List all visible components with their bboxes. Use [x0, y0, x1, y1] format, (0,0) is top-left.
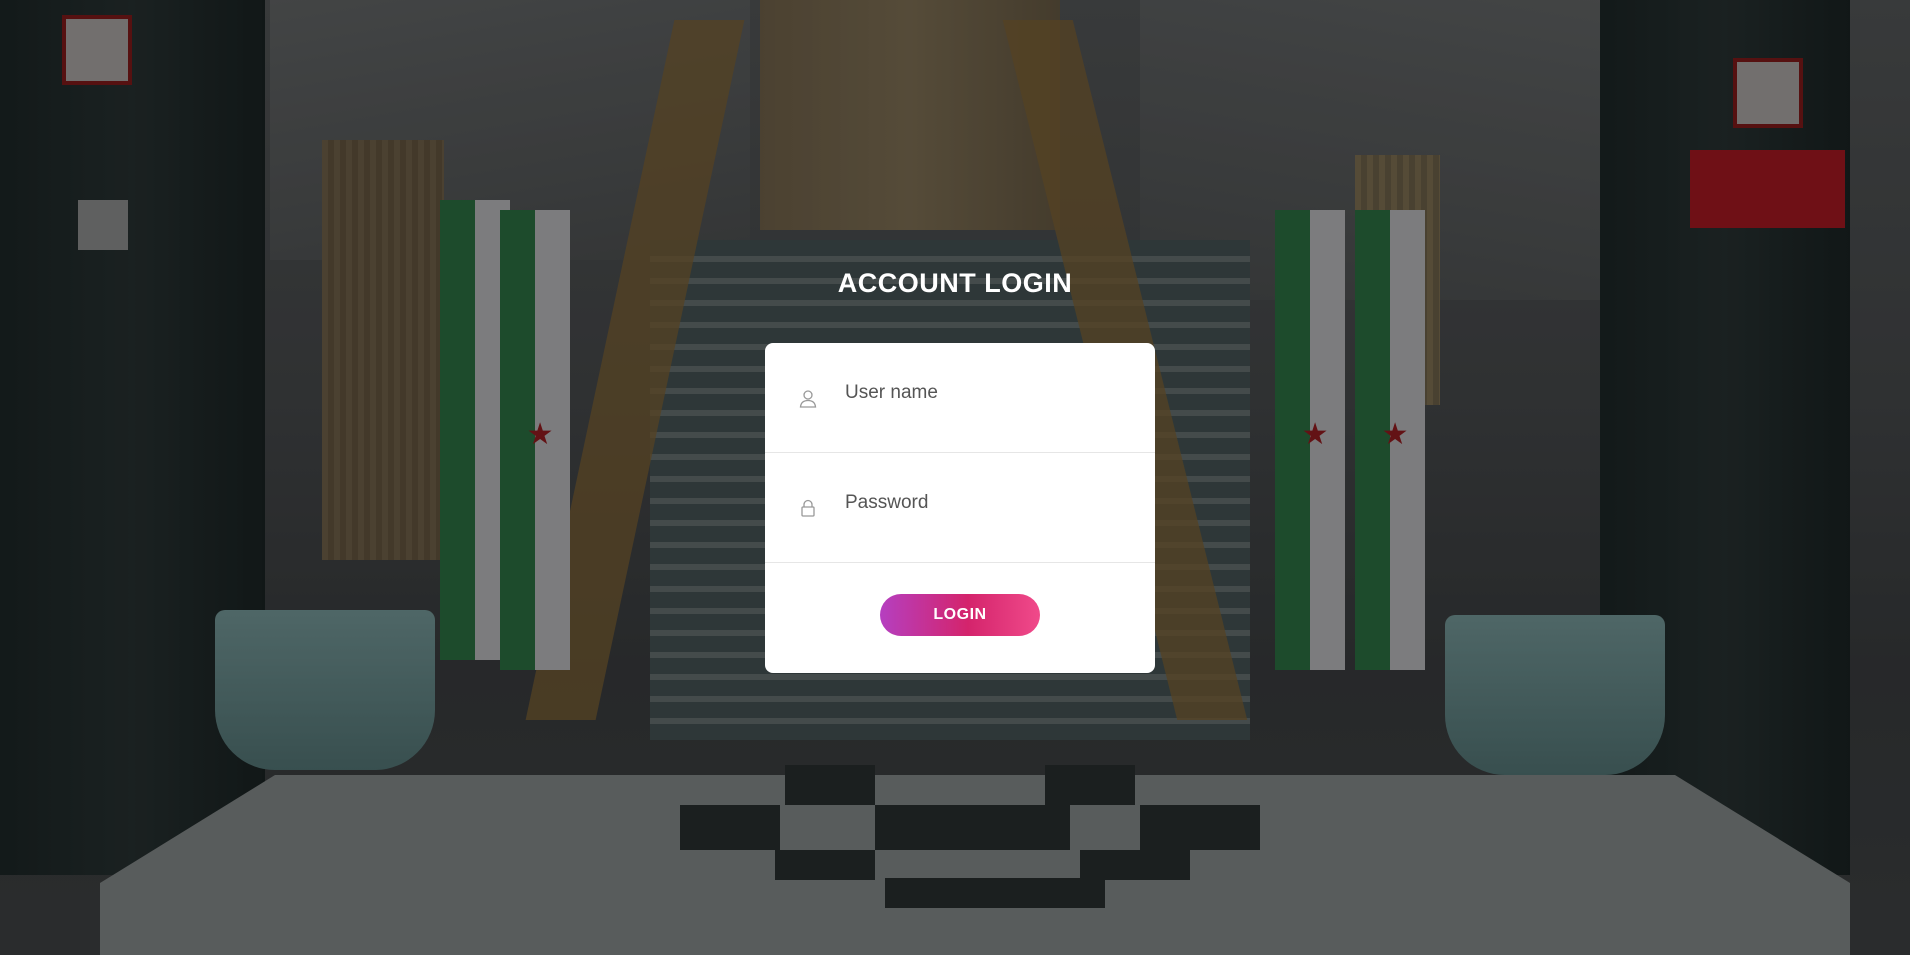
username-field-row [765, 343, 1155, 453]
user-icon [799, 389, 817, 409]
button-row: LOGIN [765, 563, 1155, 671]
password-field-row [765, 453, 1155, 563]
page-title: ACCOUNT LOGIN [837, 268, 1073, 298]
password-input[interactable] [845, 483, 1135, 523]
login-button[interactable]: LOGIN [880, 594, 1040, 636]
login-card: LOGIN [765, 343, 1155, 673]
username-input[interactable] [845, 373, 1135, 413]
lock-icon [799, 499, 817, 519]
